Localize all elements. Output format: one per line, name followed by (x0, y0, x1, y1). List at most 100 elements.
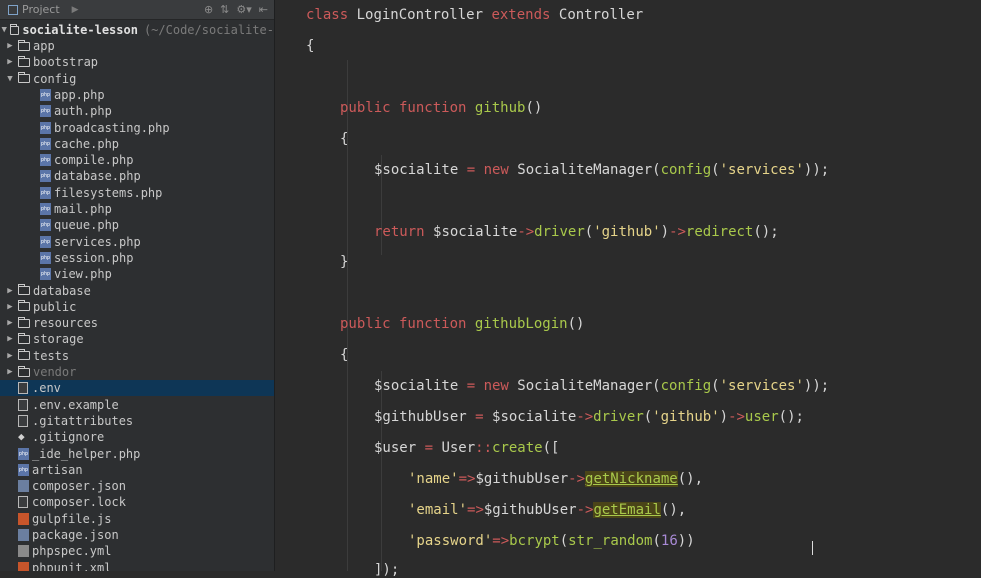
tree-file[interactable]: php compile.php (0, 152, 274, 168)
project-panel-header[interactable]: Project ▶ ⊕ ⇅ ⚙▾ ⇤ (0, 0, 274, 20)
php-file-icon: php (40, 137, 51, 150)
code-line: public function github() (340, 100, 542, 116)
hide-panel-icon[interactable]: ⇤ (259, 3, 268, 16)
tree-file[interactable]: phpunit.xml (0, 560, 274, 571)
tree-folder[interactable]: ▶ resources (0, 315, 274, 331)
php-file-icon: php (40, 170, 51, 183)
tree-folder[interactable]: ▶ bootstrap (0, 54, 274, 70)
tree-file[interactable]: composer.lock (0, 494, 274, 510)
tree-root[interactable]: ▼ socialite-lesson (~/Code/socialite- (0, 22, 274, 38)
tree-file[interactable]: .env.example (0, 397, 274, 413)
code-token: ) (660, 224, 670, 240)
tree-file[interactable]: php services.php (0, 234, 274, 250)
code-token: ([ (542, 440, 560, 456)
collapse-all-icon[interactable]: ⇅ (220, 3, 229, 16)
code-token: )); (803, 378, 830, 394)
tree-file[interactable]: php artisan (0, 462, 274, 478)
tree-file[interactable]: ◆ .gitignore (0, 429, 274, 445)
code-token: = (466, 162, 484, 178)
chevron-right-icon[interactable]: ▶ (72, 5, 79, 15)
tree-item-label: config (33, 71, 77, 86)
tree-file[interactable]: php _ide_helper.php (0, 446, 274, 462)
tree-file[interactable]: .env (0, 380, 274, 397)
code-line: $socialite = new SocialiteManager(config… (374, 162, 829, 178)
project-panel-title[interactable]: Project (22, 3, 60, 16)
tree-file[interactable]: php database.php (0, 168, 274, 184)
code-token: $githubUser (475, 471, 569, 487)
chevron-down-icon[interactable]: ▼ (4, 74, 16, 84)
yml-file-icon (18, 545, 29, 558)
code-token: -> (568, 471, 586, 487)
tree-file[interactable]: php queue.php (0, 217, 274, 233)
tree-item-label: .gitignore (32, 430, 105, 445)
code-line: 'password'=>bcrypt(str_random(16)) (408, 533, 695, 549)
php-file-icon: php (40, 203, 51, 215)
tree-file[interactable]: gulpfile.js (0, 511, 274, 527)
code-token: $socialite (492, 409, 577, 425)
code-token: -> (669, 224, 686, 240)
tree-file[interactable]: php auth.php (0, 103, 274, 119)
file-file-icon (18, 398, 28, 411)
chevron-right-icon[interactable]: ▶ (4, 334, 16, 344)
tree-item-label: public (33, 299, 77, 314)
tree-file[interactable]: php broadcasting.php (0, 120, 274, 136)
code-token: { (340, 131, 349, 147)
chevron-right-icon[interactable]: ▶ (4, 351, 16, 361)
tree-folder[interactable]: ▶ storage (0, 331, 274, 347)
tree-folder[interactable]: ▶ app (0, 38, 274, 54)
tree-folder[interactable]: ▶ tests (0, 348, 274, 364)
chevron-down-icon[interactable]: ▼ (0, 25, 8, 35)
tree-file[interactable]: php mail.php (0, 201, 274, 217)
code-token: )) (677, 533, 695, 549)
tree-item-label: view.php (54, 267, 112, 282)
tree-file[interactable]: composer.json (0, 478, 274, 494)
tree-item-label: tests (33, 348, 70, 363)
tree-file[interactable]: package.json (0, 527, 274, 543)
code-token: 'github' (593, 224, 661, 240)
tree-file[interactable]: phpspec.yml (0, 543, 274, 559)
gear-icon[interactable]: ⚙▾ (236, 3, 251, 16)
chevron-right-icon[interactable]: ▶ (4, 367, 16, 377)
text-cursor (812, 541, 815, 555)
code-line: 'email'=>$githubUser->getEmail(), (408, 502, 686, 518)
tree-item-label: database.php (54, 169, 141, 184)
tree-item-label: database (33, 283, 91, 298)
code-token: 'password' (408, 533, 493, 549)
chevron-right-icon[interactable]: ▶ (4, 302, 16, 312)
tree-file[interactable]: php filesystems.php (0, 185, 274, 201)
code-token: SocialiteManager( (517, 378, 661, 394)
code-token: getEmail (593, 502, 661, 518)
code-token: Controller (550, 7, 644, 23)
php-file-icon: php (40, 88, 51, 101)
tree-file[interactable]: .gitattributes (0, 413, 274, 429)
chevron-right-icon[interactable]: ▶ (4, 57, 16, 67)
code-token: => (467, 502, 484, 518)
tree-item-label: _ide_helper.php (32, 446, 141, 461)
code-token: 'services' (719, 378, 804, 394)
json-file-icon (18, 480, 29, 493)
code-editor[interactable]: class LoginController extends Controller… (306, 0, 981, 578)
tree-file[interactable]: php cache.php (0, 136, 274, 152)
code-line: class LoginController extends Controller (306, 7, 643, 23)
tree-item-label: .gitattributes (32, 413, 134, 428)
tree-folder[interactable]: ▼ config (0, 71, 274, 87)
tree-file[interactable]: php view.php (0, 266, 274, 282)
chevron-right-icon[interactable]: ▶ (4, 41, 16, 51)
tree-file[interactable]: php session.php (0, 250, 274, 266)
code-token: (); (753, 224, 779, 240)
chevron-right-icon[interactable]: ▶ (4, 318, 16, 328)
tree-item-label: composer.json (32, 479, 126, 494)
chevron-right-icon[interactable]: ▶ (4, 286, 16, 296)
tree-item-label: artisan (32, 462, 83, 477)
tree-folder[interactable]: ▶ public (0, 299, 274, 315)
code-token: githubLogin (474, 316, 568, 332)
scroll-from-source-icon[interactable]: ⊕ (204, 3, 213, 16)
code-token: -> (517, 224, 535, 240)
tree-file[interactable]: php app.php (0, 87, 274, 103)
code-line: } (340, 254, 348, 270)
tree-folder[interactable]: ▶ vendor (0, 364, 274, 380)
code-line: { (340, 347, 348, 363)
code-token: (), (677, 471, 704, 487)
tree-folder[interactable]: ▶ database (0, 283, 274, 299)
php-file-icon: php (18, 447, 29, 460)
